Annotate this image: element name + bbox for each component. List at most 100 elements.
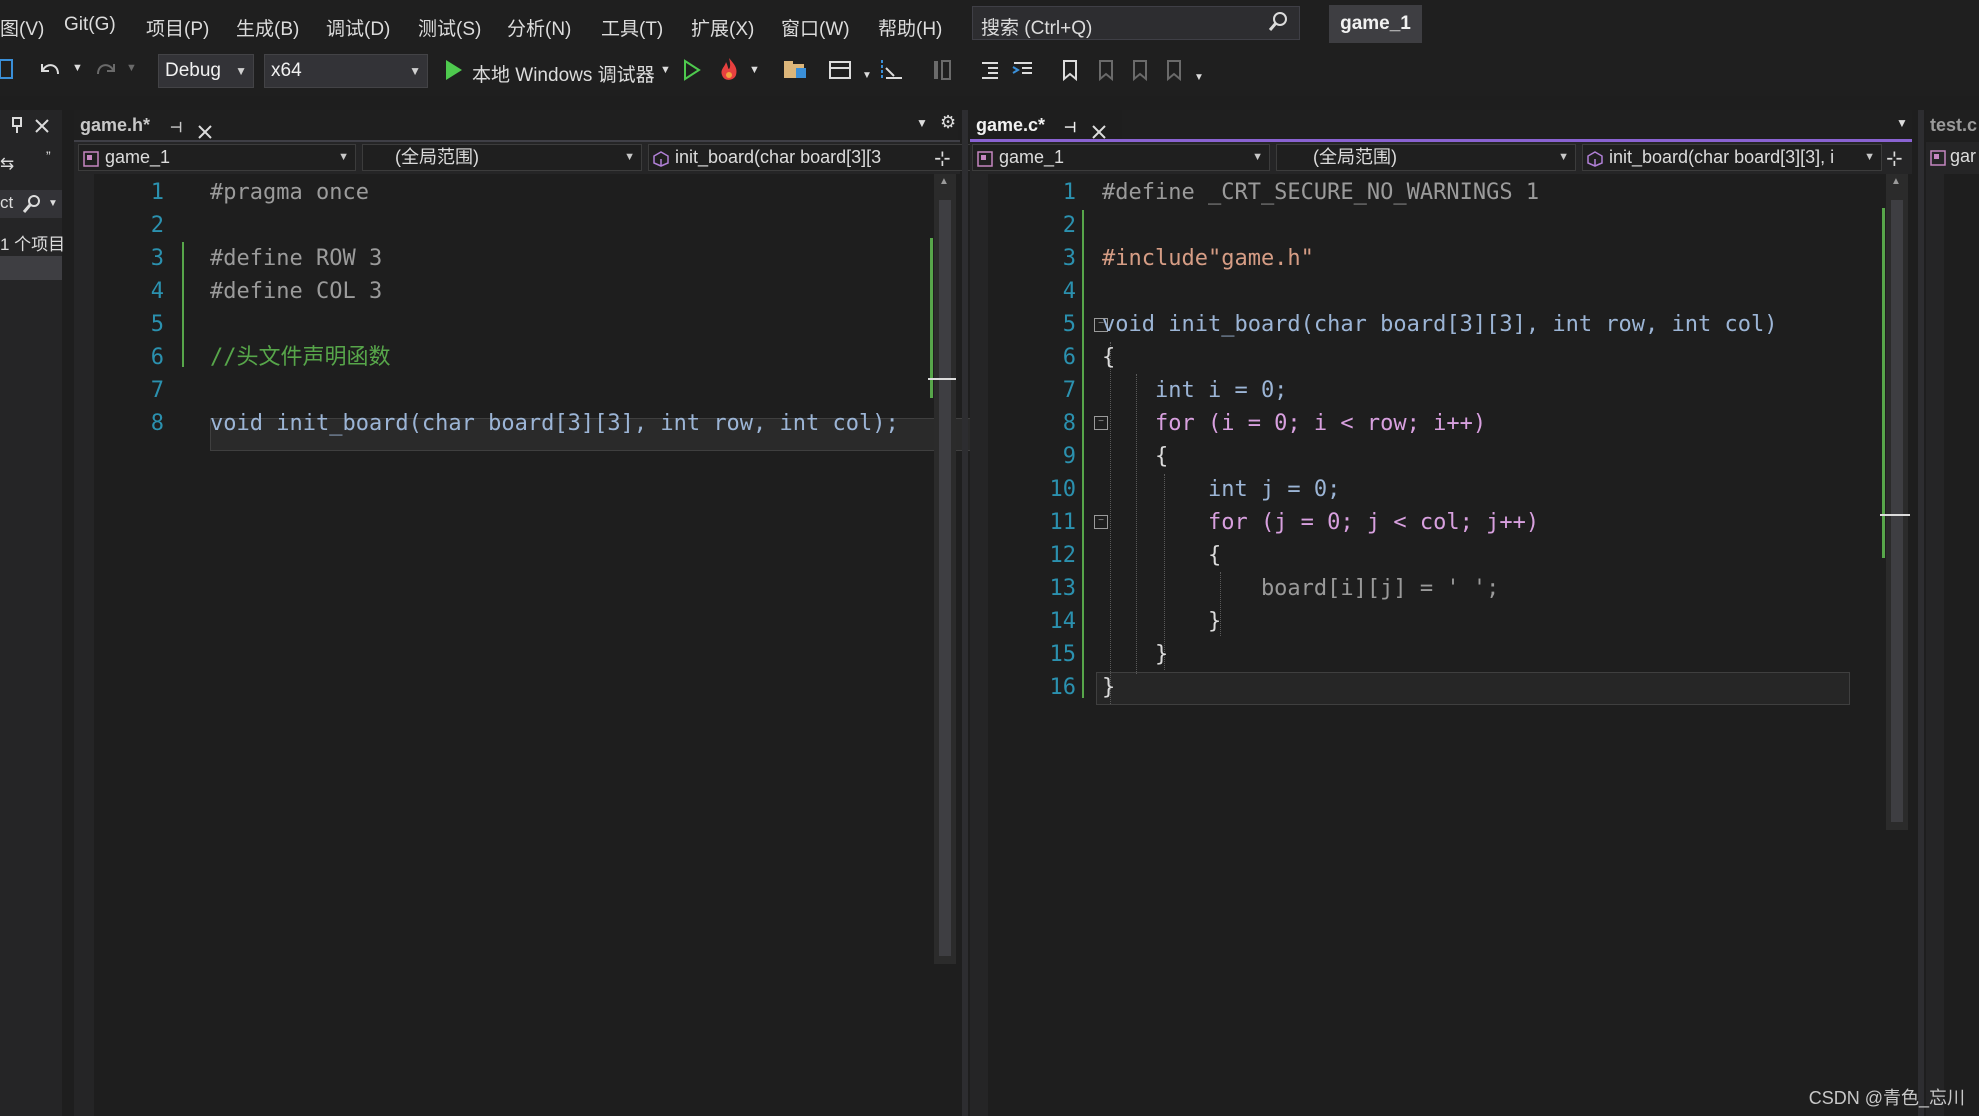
scope-dropdown[interactable]: (全局范围) ▼: [362, 144, 642, 171]
code-line: #define _CRT_SECURE_NO_WARNINGS 1: [1102, 180, 1540, 205]
vertical-scrollbar[interactable]: ▲: [934, 174, 956, 964]
pane-splitter[interactable]: [1918, 110, 1924, 1116]
tab-game-c[interactable]: game.c* ⊣: [970, 110, 1122, 140]
redo-dropdown-icon[interactable]: ▼: [126, 62, 137, 74]
close-icon[interactable]: [34, 118, 50, 139]
menu-test[interactable]: 测试(S): [418, 14, 481, 41]
debug-target-dropdown-icon[interactable]: ▼: [660, 64, 671, 76]
pin-tab-icon[interactable]: ⊣: [170, 112, 182, 142]
code-line: }: [1102, 609, 1222, 634]
line-number: 14: [1049, 609, 1077, 634]
menu-tools[interactable]: 工具(T): [601, 14, 663, 41]
tab-list-dropdown-icon[interactable]: ▼: [1896, 116, 1908, 130]
project-dropdown[interactable]: gar: [1926, 142, 1979, 174]
overflow-icon[interactable]: ”: [46, 148, 51, 164]
source-code-editor[interactable]: − − − 1 2 3 4 5 6 7 8 9 10 11 12 13 14 1…: [970, 174, 1912, 1116]
toolbar-overflow-icon[interactable]: ▼: [1194, 72, 1204, 83]
sync-icon[interactable]: ⇆: [0, 154, 14, 174]
pin-icon[interactable]: [10, 116, 24, 139]
configuration-select[interactable]: Debug ▼: [158, 54, 254, 88]
chevron-down-icon: ▼: [235, 64, 247, 78]
menu-build[interactable]: 生成(B): [236, 14, 299, 41]
left-pane-tabstrip: game.h* ⊣ ▼ ⚙: [74, 110, 958, 140]
solution-name-badge[interactable]: game_1: [1329, 5, 1422, 43]
pane-splitter[interactable]: [962, 110, 968, 1116]
gear-icon[interactable]: ⚙: [940, 112, 956, 133]
scope-value: (全局范围): [395, 147, 479, 167]
tab-game-h[interactable]: game.h* ⊣: [74, 110, 232, 140]
code-line: #define ROW 3: [210, 246, 383, 271]
toolbox-icon[interactable]: [828, 58, 854, 88]
prev-bookmark-icon[interactable]: [1094, 58, 1116, 88]
format-icon[interactable]: [930, 58, 954, 88]
line-number: 1: [150, 180, 164, 205]
scroll-thumb[interactable]: [939, 200, 951, 956]
search-input[interactable]: 搜索 (Ctrl+Q): [972, 6, 1300, 40]
menu-extensions[interactable]: 扩展(X): [691, 14, 754, 41]
scope-dropdown[interactable]: (全局范围) ▼: [1276, 144, 1576, 171]
project-value: game_1: [999, 147, 1065, 167]
pin-tab-icon[interactable]: ⊣: [1064, 112, 1076, 142]
vertical-scrollbar[interactable]: ▲: [1886, 174, 1908, 830]
menu-git[interactable]: Git(G): [64, 14, 116, 36]
platform-select[interactable]: x64 ▼: [264, 54, 428, 88]
scroll-up-icon[interactable]: ▲: [939, 176, 949, 187]
menu-debug[interactable]: 调试(D): [326, 14, 390, 41]
scroll-thumb[interactable]: [1891, 200, 1903, 822]
current-line-highlight: [1096, 672, 1850, 705]
project-dropdown[interactable]: game_1 ▼: [972, 144, 1270, 171]
line-number: 15: [1049, 642, 1077, 667]
tab-test-c[interactable]: test.c: [1926, 110, 1979, 140]
editor-left-margin: [74, 174, 94, 1116]
explorer-search-input[interactable]: ct ▼: [0, 190, 62, 218]
toolbox-dropdown-icon[interactable]: ▼: [862, 70, 872, 81]
code-line: #pragma once: [210, 180, 369, 205]
start-without-debugging-icon[interactable]: [682, 58, 702, 88]
undo-dropdown-icon[interactable]: ▼: [72, 62, 83, 74]
indent-icon[interactable]: [1010, 58, 1036, 88]
header-code-editor[interactable]: 1 2 3 4 5 6 7 8 #pragma once #define ROW…: [74, 174, 992, 1116]
menu-window[interactable]: 窗口(W): [781, 14, 850, 41]
start-debugging-icon[interactable]: [444, 58, 464, 88]
menu-help[interactable]: 帮助(H): [878, 14, 942, 41]
hot-reload-dropdown-icon[interactable]: ▼: [749, 64, 760, 76]
line-number: 4: [150, 279, 164, 304]
code-line: #include"game.h": [1102, 246, 1314, 271]
line-number: 10: [1049, 477, 1077, 502]
line-number: 9: [1062, 444, 1076, 469]
left-navigation-bar: game_1 ▼ (全局范围) ▼ init_board(char board[…: [74, 142, 1002, 174]
search-placeholder: 搜索 (Ctrl+Q): [981, 18, 1093, 39]
code-line: int i = 0;: [1102, 378, 1288, 403]
menu-project[interactable]: 项目(P): [146, 14, 209, 41]
split-icon[interactable]: ⊹: [934, 146, 951, 171]
scroll-caret-marker: [928, 378, 956, 380]
open-folder-icon[interactable]: [782, 58, 808, 88]
editor-left-margin: [1926, 174, 1944, 1116]
next-bookmark-icon[interactable]: [1128, 58, 1150, 88]
solution-items-label[interactable]: 1 个项目: [0, 230, 65, 255]
code-line: {: [1102, 345, 1116, 370]
member-value: init_board(char board[3][3], i: [1609, 147, 1835, 167]
save-all-icon[interactable]: [0, 58, 14, 86]
scroll-up-icon[interactable]: ▲: [1891, 176, 1901, 187]
outdent-icon[interactable]: [978, 58, 1002, 88]
step-icon[interactable]: [878, 56, 906, 90]
right-navigation-bar: game_1 ▼ (全局范围) ▼ init_board(char board[…: [970, 142, 1912, 174]
redo-icon[interactable]: [94, 58, 120, 88]
member-dropdown[interactable]: init_board(char board[3][3], i ▼: [1582, 144, 1882, 171]
chevron-down-icon[interactable]: ▼: [48, 198, 58, 209]
tab-list-dropdown-icon[interactable]: ▼: [916, 116, 928, 130]
chevron-down-icon: ▼: [1252, 151, 1263, 163]
project-icon: [83, 149, 99, 167]
menu-analyze[interactable]: 分析(N): [507, 14, 571, 41]
bookmark-icon[interactable]: [1060, 58, 1080, 88]
undo-icon[interactable]: [36, 58, 62, 88]
scroll-change-marker: [930, 238, 933, 398]
menu-view[interactable]: 图(V): [0, 14, 44, 41]
selected-tree-row[interactable]: [0, 256, 62, 280]
start-debugging-button[interactable]: 本地 Windows 调试器: [472, 60, 655, 87]
project-dropdown[interactable]: game_1 ▼: [78, 144, 356, 171]
split-icon[interactable]: ⊹: [1886, 146, 1903, 171]
clear-bookmarks-icon[interactable]: [1162, 58, 1184, 88]
hot-reload-icon[interactable]: [716, 56, 742, 90]
